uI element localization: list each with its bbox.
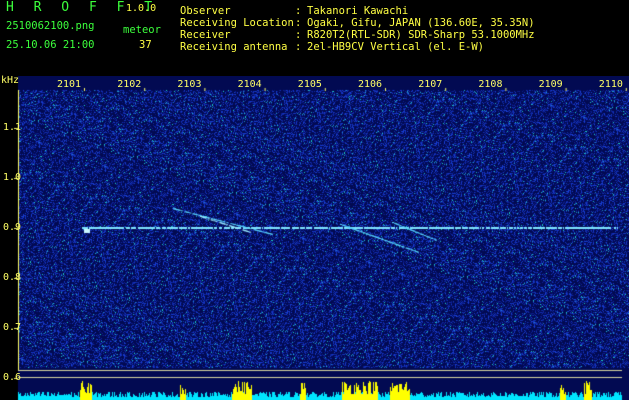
- meteor-count-value: 37: [139, 39, 152, 51]
- meteor-count-label: meteor: [123, 24, 161, 36]
- info-value-receiver: R820T2(RTL-SDR) SDR-Sharp 53.1000MHz: [307, 29, 535, 41]
- app-version: 1.0.0: [126, 3, 157, 14]
- time-tick-label: 2110: [598, 79, 623, 90]
- info-label-location: Receiving Location: [180, 17, 294, 29]
- time-tick-label: 2101: [57, 79, 82, 90]
- time-tick-label: 2103: [177, 79, 202, 90]
- time-tick-label: 2102: [117, 79, 142, 90]
- time-tick-label: 2105: [297, 79, 322, 90]
- info-sep: :: [295, 29, 302, 41]
- time-tick-label: 2107: [418, 79, 443, 90]
- info-label-receiver: Receiver: [180, 29, 231, 41]
- frequency-tick-label: 1.0: [3, 172, 22, 183]
- y-axis-unit: kHz: [1, 75, 20, 86]
- time-tick-label: 2106: [358, 79, 383, 90]
- header-panel: H R O F F T 1.0.0 2510062100.png 25.10.0…: [0, 0, 629, 76]
- info-label-observer: Observer: [180, 5, 231, 17]
- frequency-tick-label: 0.6: [3, 372, 22, 383]
- spectrogram-canvas: [0, 76, 629, 400]
- frequency-tick-label: 0.9: [3, 222, 22, 233]
- file-name: 2510062100.png: [6, 20, 95, 32]
- info-sep: :: [295, 5, 302, 17]
- frequency-tick-label: 0.8: [3, 272, 22, 283]
- info-sep: :: [295, 41, 302, 53]
- time-tick-label: 2109: [538, 79, 563, 90]
- frequency-tick-label: 1.1: [3, 122, 22, 133]
- time-tick-label: 2108: [478, 79, 503, 90]
- time-tick-label: 2104: [237, 79, 262, 90]
- file-datetime: 25.10.06 21:00: [6, 39, 95, 51]
- info-value-observer: Takanori Kawachi: [307, 5, 409, 17]
- info-sep: :: [295, 17, 302, 29]
- frequency-tick-label: 0.7: [3, 322, 22, 333]
- info-value-location: Ogaki, Gifu, JAPAN (136.60E, 35.35N): [307, 17, 535, 29]
- info-value-antenna: 2el-HB9CV Vertical (el. E-W): [307, 41, 485, 53]
- info-label-antenna: Receiving antenna: [180, 41, 288, 53]
